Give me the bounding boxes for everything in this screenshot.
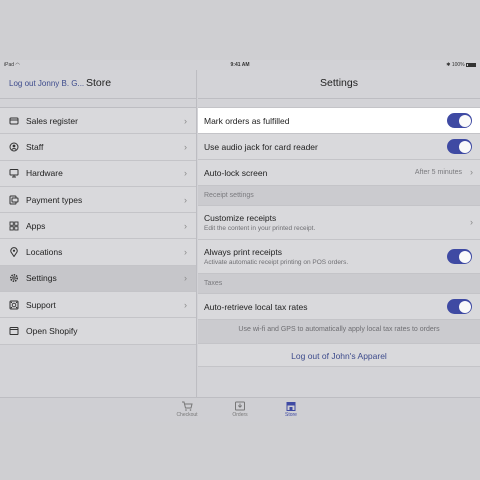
store-icon [286, 402, 296, 411]
setting-label: Customize receipts [204, 213, 277, 223]
sidebar-item-label: Locations [26, 247, 63, 258]
setting-row-customize-receipts[interactable]: Customize receipts Edit the content in y… [198, 206, 480, 240]
status-bar: iPad ◠ 9:41 AM ✱ 100% [0, 60, 480, 70]
logout-user-link[interactable]: Log out Jonny B. G... [9, 79, 84, 88]
setting-description: Activate automatic receipt printing on P… [204, 259, 349, 266]
tax-footnote-text: Use wi-fi and GPS to automatically apply… [238, 326, 440, 333]
sidebar-header: Log out Jonny B. G... Store [0, 70, 196, 99]
chevron-right-icon: › [184, 115, 187, 126]
sidebar-item-label: Sales register [26, 115, 78, 126]
sidebar-item-label: Support [26, 299, 56, 310]
apps-icon [9, 221, 19, 231]
section-header-label: Receipt settings [204, 192, 254, 199]
auto-lock-value: After 5 minutes [414, 169, 462, 176]
sidebar-item-label: Settings [26, 273, 57, 284]
orders-icon [235, 401, 245, 411]
chevron-right-icon: › [184, 141, 187, 152]
locations-icon [10, 247, 18, 258]
setting-row-mark-orders: Mark orders as fulfilled [198, 108, 480, 134]
tab-store[interactable]: Store [276, 401, 306, 418]
sidebar-title: Store [86, 77, 112, 89]
setting-label: Auto-lock screen [204, 168, 268, 178]
sidebar-item-open-shopify[interactable]: Open Shopify [0, 318, 196, 345]
settings-icon [9, 274, 19, 283]
tab-checkout[interactable]: Checkout [172, 401, 202, 418]
payment-types-icon [9, 195, 19, 205]
page-title: Settings [320, 77, 358, 89]
tab-label: Checkout [176, 412, 198, 418]
section-header-taxes: Taxes [198, 274, 480, 294]
sidebar-item-label: Open Shopify [26, 326, 78, 337]
sidebar-item-hardware[interactable]: Hardware › [0, 161, 196, 187]
chevron-right-icon: › [184, 194, 187, 205]
audio-jack-toggle[interactable] [447, 139, 472, 154]
tab-bar: Checkout Orders Store [0, 397, 480, 422]
sidebar-item-payment-types[interactable]: Payment types › [0, 187, 196, 214]
device-frame-bottom [0, 422, 480, 480]
chevron-right-icon: › [184, 273, 187, 284]
logout-store-button[interactable]: Log out of John's Apparel [198, 343, 480, 367]
tab-label: Orders [232, 412, 248, 418]
settings-header: Settings [198, 70, 480, 99]
sidebar-item-label: Apps [26, 220, 46, 231]
receipt-settings-group: Customize receipts Edit the content in y… [198, 206, 480, 274]
tab-orders[interactable]: Orders [225, 401, 255, 418]
checkout-icon [182, 401, 193, 411]
chevron-right-icon: › [470, 217, 473, 227]
sidebar-item-support[interactable]: Support › [0, 292, 196, 319]
tab-label: Store [285, 412, 297, 418]
ipad-screen: iPad ◠ 9:41 AM ✱ 100% Log out Jonny B. G… [0, 60, 480, 422]
setting-description: Edit the content in your printed receipt… [204, 225, 316, 232]
setting-label: Always print receipts [204, 247, 282, 257]
setting-row-always-print: Always print receipts Activate automatic… [198, 240, 480, 274]
store-sidebar: Log out Jonny B. G... Store Sales regist… [0, 70, 197, 397]
staff-icon [9, 142, 19, 152]
setting-row-auto-lock[interactable]: Auto-lock screen After 5 minutes › [198, 160, 480, 186]
hardware-icon [9, 169, 19, 178]
device-frame-top [0, 0, 480, 60]
battery-percent: 100% [451, 62, 465, 68]
bluetooth-icon: ✱ [446, 62, 451, 68]
tax-footnote: Use wi-fi and GPS to automatically apply… [198, 320, 480, 343]
sidebar-item-staff[interactable]: Staff › [0, 134, 196, 161]
sidebar-item-label: Hardware [26, 168, 63, 179]
sidebar-item-sales-register[interactable]: Sales register › [0, 108, 196, 135]
chevron-right-icon: › [470, 167, 473, 177]
support-icon [9, 300, 19, 310]
logout-store-label: Log out of John's Apparel [291, 351, 387, 361]
section-header-receipts: Receipt settings [198, 186, 480, 206]
sidebar-item-label: Staff [26, 141, 44, 152]
sidebar-item-locations[interactable]: Locations › [0, 239, 196, 266]
tax-settings-group: Auto-retrieve local tax rates [198, 294, 480, 320]
setting-label: Mark orders as fulfilled [204, 116, 290, 126]
setting-label: Use audio jack for card reader [204, 142, 318, 152]
setting-row-auto-retrieve-tax: Auto-retrieve local tax rates [198, 294, 480, 320]
always-print-toggle[interactable] [447, 249, 472, 264]
battery-icon [466, 62, 476, 67]
section-header-label: Taxes [204, 280, 223, 287]
sidebar-item-label: Payment types [26, 194, 83, 205]
chevron-right-icon: › [184, 168, 187, 179]
sidebar-item-settings[interactable]: Settings › [0, 265, 196, 293]
open-shopify-icon [9, 327, 19, 336]
general-settings-group: Mark orders as fulfilled Use audio jack … [198, 107, 480, 186]
status-time: 9:41 AM [230, 62, 250, 68]
sales-register-icon [9, 117, 19, 125]
chevron-right-icon: › [184, 220, 187, 231]
status-right: ✱ 100% [446, 62, 476, 68]
settings-pane: Settings Mark orders as fulfilled Use au… [198, 70, 480, 397]
store-menu: Sales register › Staff › Hardware › Paym… [0, 107, 196, 345]
chevron-right-icon: › [184, 247, 187, 258]
setting-label: Auto-retrieve local tax rates [204, 302, 308, 312]
setting-row-audio-jack: Use audio jack for card reader [198, 134, 480, 160]
sidebar-item-apps[interactable]: Apps › [0, 213, 196, 240]
auto-retrieve-tax-toggle[interactable] [447, 299, 472, 314]
chevron-right-icon: › [184, 299, 187, 310]
mark-orders-toggle[interactable] [447, 113, 472, 128]
